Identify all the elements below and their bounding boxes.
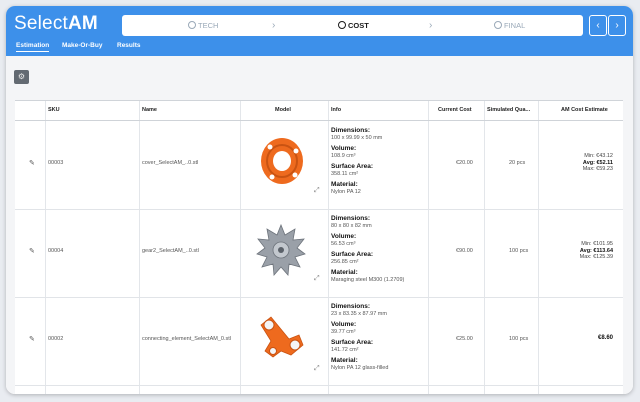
expand-icon[interactable]: ⤢ — [314, 365, 320, 373]
circle-icon — [338, 21, 346, 29]
table-row[interactable]: ✎ 00002 connecting_element_SelectAM_0.st… — [15, 297, 623, 386]
prev-button[interactable]: ‹ — [589, 15, 607, 36]
quantity-cell: 100 pcs — [509, 248, 529, 254]
current-cost-cell: €25.00 — [456, 336, 473, 342]
model-thumbnail[interactable] — [258, 135, 306, 187]
edit-icon[interactable]: ✎ — [29, 159, 35, 167]
cost-estimate-cell: €8.60 — [597, 335, 613, 341]
main-content: ⚙ SKU Name Model Info Current Cost Simul… — [6, 56, 633, 394]
name-cell: gear2_SelectAM_..0.stl — [142, 248, 199, 254]
chevron-right-icon: › — [429, 20, 433, 31]
sku-cell: 00004 — [48, 248, 64, 254]
table-header: SKU Name Model Info Current Cost Simulat… — [15, 101, 623, 121]
model-thumbnail[interactable] — [255, 223, 307, 277]
col-info[interactable]: Info — [331, 101, 341, 120]
col-current-cost[interactable]: Current Cost — [438, 101, 472, 120]
col-model[interactable]: Model — [275, 101, 291, 120]
quantity-cell: 100 pcs — [509, 336, 529, 342]
check-circle-icon — [494, 21, 502, 29]
app-logo: SelectAM — [14, 13, 98, 34]
sku-cell: 00003 — [48, 160, 64, 166]
estimation-table: SKU Name Model Info Current Cost Simulat… — [15, 100, 623, 394]
model-thumbnail[interactable] — [255, 311, 307, 365]
header-bar: SelectAM TECH › COST › FINAL ‹ › Estimat… — [6, 6, 633, 56]
table-row[interactable]: ✎ 00004 gear2_SelectAM_..0.stl ⤢ Dimensi… — [15, 209, 623, 298]
col-simulated-quantity[interactable]: Simulated Qua... — [487, 101, 537, 120]
info-cell: Dimensions: 80 x 80 x 82 mm Volume: 56.5… — [331, 215, 405, 283]
tab-results[interactable]: Results — [117, 42, 140, 49]
name-cell: cover_SelectAM_..0.stl — [142, 160, 199, 166]
step-tech[interactable]: TECH — [188, 15, 218, 36]
expand-icon[interactable]: ⤢ — [314, 187, 320, 195]
quantity-cell: 20 pcs — [509, 160, 526, 166]
chevron-right-icon: › — [272, 20, 276, 31]
info-cell: Dimensions: 100 x 99.99 x 50 mm Volume: … — [331, 127, 383, 195]
name-cell: connecting_element_SelectAM_0.stl — [142, 336, 231, 342]
sku-cell: 00002 — [48, 336, 64, 342]
step-cost[interactable]: COST — [338, 15, 369, 36]
current-cost-cell: €20.00 — [456, 160, 473, 166]
step-progress: TECH › COST › FINAL — [122, 15, 583, 36]
check-circle-icon — [188, 21, 196, 29]
cost-estimate-cell: Min: €101.95 Avg: €113.64 Max: €125.39 — [579, 241, 613, 260]
edit-icon[interactable]: ✎ — [29, 335, 35, 343]
tab-make-or-buy[interactable]: Make-Or-Buy — [62, 42, 102, 49]
edit-icon[interactable]: ✎ — [29, 247, 35, 255]
table-row[interactable]: ✎ 00003 cover_SelectAM_..0.stl ⤢ Dimensi… — [15, 121, 623, 210]
settings-button[interactable]: ⚙ — [14, 70, 29, 84]
current-cost-cell: €90.00 — [456, 248, 473, 254]
col-sku[interactable]: SKU — [48, 101, 60, 120]
cost-estimate-cell: Min: €43.12 Avg: €52.11 Max: €59.23 — [582, 153, 613, 172]
col-name[interactable]: Name — [142, 101, 157, 120]
app-window: SelectAM TECH › COST › FINAL ‹ › Estimat… — [6, 6, 633, 394]
next-button[interactable]: › — [608, 15, 626, 36]
info-cell: Dimensions: 23 x 83.35 x 87.97 mm Volume… — [331, 303, 389, 371]
tab-estimation[interactable]: Estimation — [16, 42, 50, 52]
expand-icon[interactable]: ⤢ — [314, 275, 320, 283]
col-am-cost-estimate[interactable]: AM Cost Estimate — [561, 101, 608, 120]
step-final[interactable]: FINAL — [494, 15, 525, 36]
